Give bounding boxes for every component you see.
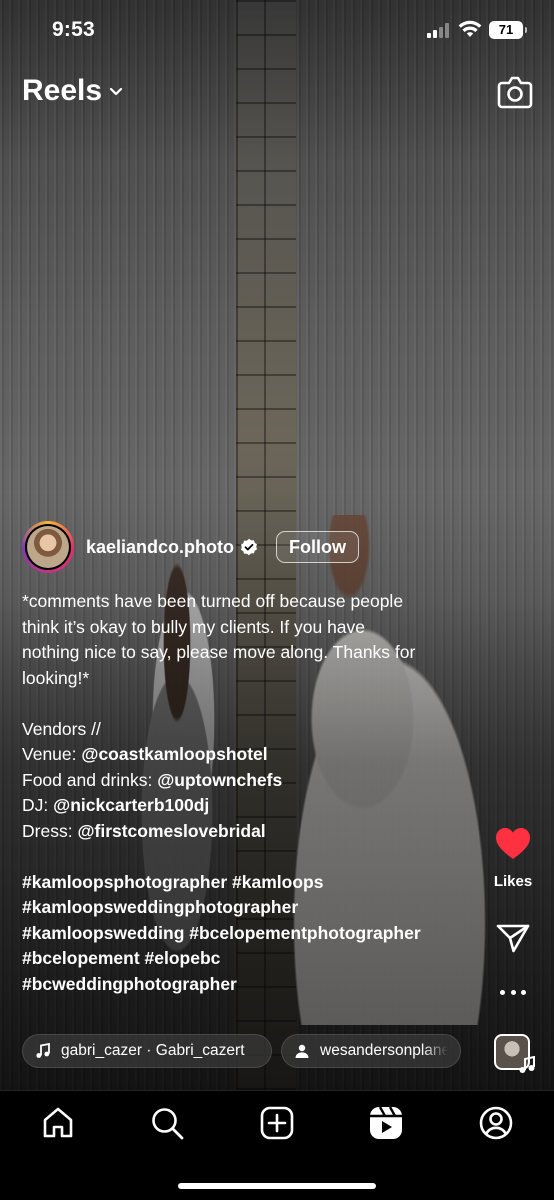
vendor-mention[interactable]: @nickcarterb100dj bbox=[53, 795, 209, 815]
caption-line: think it’s okay to bully my clients. If … bbox=[22, 616, 366, 637]
hashtag-line[interactable]: #bcweddingphotographer bbox=[22, 972, 482, 998]
signal-icon bbox=[427, 23, 451, 38]
reels-title[interactable]: Reels bbox=[22, 74, 124, 108]
caption[interactable]: *comments have been turned off because p… bbox=[22, 589, 482, 997]
camera-icon[interactable] bbox=[496, 74, 534, 110]
send-icon[interactable] bbox=[496, 922, 530, 954]
reels-title-text: Reels bbox=[22, 74, 103, 107]
wifi-icon bbox=[458, 20, 482, 37]
hashtag-line[interactable]: #kamloopsweddingphotographer bbox=[22, 895, 482, 921]
hashtag-line[interactable]: #kamloopswedding #bcelopementphotographe… bbox=[22, 921, 482, 947]
heart-icon[interactable] bbox=[494, 826, 532, 862]
reels-icon[interactable] bbox=[368, 1105, 404, 1141]
follow-button[interactable]: Follow bbox=[276, 531, 360, 563]
avatar[interactable] bbox=[22, 521, 74, 573]
vendor-mention[interactable]: @uptownchefs bbox=[157, 770, 282, 790]
tagged-user-pill[interactable]: wesandersonplanet bbox=[281, 1034, 461, 1068]
person-icon bbox=[295, 1044, 309, 1058]
search-icon[interactable] bbox=[149, 1105, 185, 1141]
more-icon[interactable] bbox=[500, 984, 526, 1000]
audio-label: gabri_cazer · Gabri_cazert bbox=[61, 1042, 245, 1059]
chevron-down-icon bbox=[109, 87, 123, 96]
tagged-user-label: wesandersonplanet bbox=[320, 1042, 448, 1059]
status-bar: 9:53 71 bbox=[0, 0, 554, 60]
username[interactable]: kaeliandco.photo bbox=[86, 537, 234, 558]
vendor-label: Food and drinks: bbox=[22, 769, 153, 790]
vendors-heading: Vendors // bbox=[22, 718, 101, 739]
vendor-line: Dress: @firstcomeslovebridal bbox=[22, 819, 482, 845]
hashtag-line[interactable]: #bcelopement #elopebc bbox=[22, 946, 482, 972]
battery-indicator: 71 bbox=[489, 21, 527, 39]
music-note-icon bbox=[36, 1043, 50, 1058]
vendor-label: DJ: bbox=[22, 795, 49, 815]
home-indicator bbox=[178, 1183, 376, 1189]
home-icon[interactable] bbox=[40, 1105, 76, 1141]
caption-line: nothing nice to say, please move along. … bbox=[22, 642, 416, 662]
status-time: 9:53 bbox=[52, 18, 95, 41]
hashtag-line[interactable]: #kamloopsphotographer #kamloops bbox=[22, 870, 482, 896]
caption-line: looking!* bbox=[22, 667, 90, 688]
profile-icon[interactable] bbox=[478, 1105, 514, 1141]
verified-badge-icon bbox=[241, 538, 258, 556]
account-row: kaeliandco.photo Follow bbox=[22, 521, 360, 573]
vendor-line: Food and drinks: @uptownchefs bbox=[22, 768, 482, 794]
vendor-line: DJ: @nickcarterb100dj bbox=[22, 793, 482, 819]
vendor-mention[interactable]: @coastkamloopshotel bbox=[81, 744, 267, 764]
music-note-icon bbox=[519, 1056, 535, 1073]
vendor-label: Dress: bbox=[22, 820, 73, 841]
audio-pill[interactable]: gabri_cazer · Gabri_cazert bbox=[22, 1034, 272, 1068]
vendor-mention[interactable]: @firstcomeslovebridal bbox=[77, 821, 265, 841]
likes-label[interactable]: Likes bbox=[484, 873, 542, 890]
vendor-label: Venue: bbox=[22, 744, 77, 764]
vendor-line: Venue: @coastkamloopshotel bbox=[22, 742, 482, 768]
caption-line: *comments have been turned off because p… bbox=[22, 591, 404, 611]
create-icon[interactable] bbox=[259, 1105, 295, 1141]
